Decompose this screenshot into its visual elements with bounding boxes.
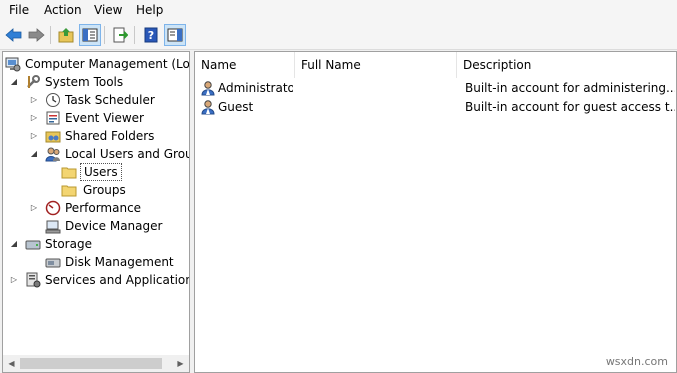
tree-item-event-viewer[interactable]: ▷ Event Viewer: [3, 109, 189, 127]
expanded-arrow-icon[interactable]: ◢: [29, 149, 39, 159]
expanded-arrow-icon[interactable]: ◢: [9, 239, 19, 249]
services-applications-icon: [26, 272, 41, 288]
up-folder-icon: [58, 28, 74, 43]
folder-icon: [61, 185, 77, 197]
help-button[interactable]: ?: [140, 24, 162, 46]
export-list-icon: [113, 27, 128, 43]
local-users-groups-icon: [45, 147, 60, 162]
horizontal-scrollbar[interactable]: ◀ ▶: [3, 355, 189, 372]
list-item[interactable]: Administrator Built-in account for admin…: [195, 79, 676, 98]
column-header-description[interactable]: Description: [457, 52, 676, 78]
menu-file[interactable]: File: [9, 3, 29, 17]
toolbar: ?: [0, 21, 677, 50]
tree-item-performance[interactable]: ▷ Performance: [3, 199, 189, 217]
collapsed-arrow-icon[interactable]: ▷: [29, 131, 39, 141]
tree-item-groups[interactable]: Groups: [3, 181, 189, 199]
list-item[interactable]: Guest Built-in account for guest access …: [195, 98, 676, 117]
show-hide-action-pane-button[interactable]: [164, 24, 186, 46]
scroll-left-icon[interactable]: ◀: [3, 355, 20, 372]
tree-item-services-apps[interactable]: ▷ Services and Applications: [3, 271, 189, 289]
collapsed-arrow-icon[interactable]: ▷: [9, 275, 19, 285]
collapsed-arrow-icon[interactable]: ▷: [29, 95, 39, 105]
task-scheduler-icon: [46, 93, 60, 107]
device-manager-icon: [45, 220, 61, 234]
tree-item-storage[interactable]: ◢ Storage: [3, 235, 189, 253]
computer-management-icon: [5, 57, 21, 72]
show-hide-console-tree-icon: [82, 28, 98, 42]
collapsed-arrow-icon[interactable]: ▷: [29, 113, 39, 123]
folder-icon: [61, 167, 77, 179]
system-tools-icon: [27, 75, 40, 88]
user-description: Built-in account for administering...: [465, 81, 675, 95]
tree-item-local-users-groups[interactable]: ◢ Local Users and Groups: [3, 145, 189, 163]
collapsed-arrow-icon[interactable]: ▷: [29, 203, 39, 213]
user-description: Built-in account for guest access t...: [465, 100, 675, 114]
user-name: Guest: [218, 100, 254, 114]
help-icon: ?: [144, 27, 158, 43]
show-hide-console-tree-button[interactable]: [79, 24, 101, 46]
tree-item-system-tools[interactable]: ◢ System Tools: [3, 73, 189, 91]
disk-management-icon: [45, 258, 61, 268]
up-folder-button[interactable]: [55, 24, 77, 46]
forward-icon: [28, 28, 45, 42]
user-icon: [201, 100, 215, 115]
menu-view[interactable]: View: [94, 3, 122, 17]
tree-item-device-manager[interactable]: Device Manager: [3, 217, 189, 235]
svg-text:?: ?: [148, 29, 154, 42]
show-hide-action-pane-icon: [167, 28, 183, 42]
back-icon: [5, 28, 22, 42]
performance-icon: [45, 200, 61, 216]
scrollbar-thumb[interactable]: [20, 358, 162, 369]
tree-item-shared-folders[interactable]: ▷ Shared Folders: [3, 127, 189, 145]
scroll-right-icon[interactable]: ▶: [172, 355, 189, 372]
tree-item-disk-management[interactable]: Disk Management: [3, 253, 189, 271]
export-list-button[interactable]: [109, 24, 131, 46]
watermark: wsxdn.com: [605, 355, 668, 368]
back-button[interactable]: [3, 24, 25, 46]
tree-item-users[interactable]: Users: [3, 163, 189, 181]
storage-icon: [25, 240, 41, 250]
user-name: Administrator: [218, 81, 293, 95]
expanded-arrow-icon[interactable]: ◢: [9, 77, 19, 87]
console-tree[interactable]: Computer Management (Local ◢ System Tool…: [2, 51, 190, 373]
tree-item-task-scheduler[interactable]: ▷ Task Scheduler: [3, 91, 189, 109]
menu-action[interactable]: Action: [44, 3, 82, 17]
shared-folders-icon: [45, 131, 61, 143]
column-header-full-name[interactable]: Full Name: [295, 52, 457, 78]
menu-bar: File Action View Help: [0, 0, 677, 21]
event-viewer-icon: [46, 111, 60, 125]
tree-item-computer-management[interactable]: Computer Management (Local: [3, 55, 189, 73]
forward-button[interactable]: [25, 24, 47, 46]
column-header-name[interactable]: Name: [195, 52, 295, 78]
results-list[interactable]: Name Full Name Description Administrator…: [194, 51, 677, 373]
menu-help[interactable]: Help: [136, 3, 163, 17]
user-icon: [201, 81, 215, 96]
